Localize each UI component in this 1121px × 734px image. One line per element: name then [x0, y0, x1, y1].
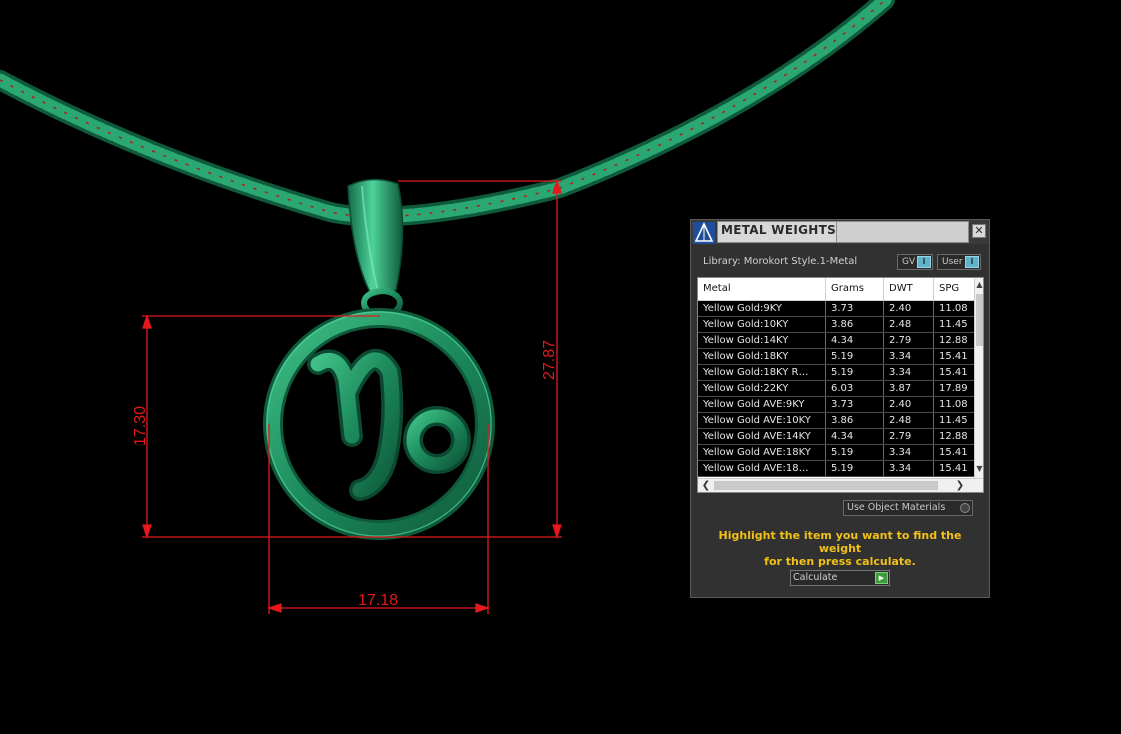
column-header-spg[interactable]: SPG	[934, 278, 974, 300]
metal-cell: Yellow Gold:22KY	[698, 381, 826, 396]
table-row[interactable]: Yellow Gold:22KY 6.03 3.87 17.89	[698, 381, 974, 397]
dimension-ring-width-label: 17.18	[358, 592, 398, 609]
grams-cell: 6.03	[826, 381, 884, 396]
grams-cell: 4.34	[826, 333, 884, 348]
chain	[0, 0, 895, 227]
vertical-scroll-thumb[interactable]	[976, 294, 983, 346]
table-header: Metal Grams DWT SPG	[698, 278, 974, 301]
user-toggle-label: User	[942, 257, 963, 267]
grams-cell: 3.86	[826, 317, 884, 332]
metal-cell: Yellow Gold AVE:18…	[698, 461, 826, 476]
grams-cell: 5.19	[826, 445, 884, 460]
scroll-down-icon[interactable]: ▼	[975, 464, 983, 474]
spg-cell: 15.41	[939, 463, 968, 474]
horizontal-scroll-thumb[interactable]	[714, 481, 938, 490]
metal-cell: Yellow Gold AVE:14KY	[698, 429, 826, 444]
scroll-up-icon[interactable]: ▲	[975, 280, 983, 290]
spg-cell: 15.41	[939, 367, 968, 378]
library-label: Library: Morokort Style.1-Metal	[703, 256, 858, 267]
spg-cell: 11.45	[939, 415, 968, 426]
grams-cell: 3.73	[826, 301, 884, 316]
dwt-cell: 3.34	[884, 461, 934, 476]
spg-cell: 12.88	[939, 431, 968, 442]
use-object-materials-label: Use Object Materials	[847, 502, 946, 513]
spg-cell: 15.41	[939, 447, 968, 458]
table-row[interactable]: Yellow Gold:14KY 4.34 2.79 12.88	[698, 333, 974, 349]
spg-cell: 17.89	[939, 383, 968, 394]
table-row[interactable]: Yellow Gold AVE:18… 5.19 3.34 15.41	[698, 461, 974, 477]
column-header-dwt[interactable]: DWT	[884, 278, 934, 300]
table-row[interactable]: Yellow Gold AVE:14KY 4.34 2.79 12.88	[698, 429, 974, 445]
metal-cell: Yellow Gold:14KY	[698, 333, 826, 348]
gv-toggle-knob: I	[917, 256, 931, 268]
calculate-button[interactable]: Calculate ▶	[790, 570, 890, 586]
instruction-line-2: for then press calculate.	[764, 555, 916, 568]
dwt-cell: 2.40	[884, 397, 934, 412]
table-row[interactable]: Yellow Gold AVE:18KY 5.19 3.34 15.41	[698, 445, 974, 461]
metal-cell: Yellow Gold AVE:10KY	[698, 413, 826, 428]
spg-cell: 11.08	[939, 399, 968, 410]
table-row[interactable]: Yellow Gold AVE:9KY 3.73 2.40 11.08	[698, 397, 974, 413]
pendant-bail	[347, 178, 404, 318]
gv-toggle-label: GV	[902, 257, 916, 267]
scroll-left-icon[interactable]: ❮	[700, 479, 712, 492]
metal-cell: Yellow Gold:10KY	[698, 317, 826, 332]
close-button[interactable]: ✕	[972, 224, 986, 238]
table-row[interactable]: Yellow Gold:10KY 3.86 2.48 11.45	[698, 317, 974, 333]
grams-cell: 5.19	[826, 349, 884, 364]
column-header-grams[interactable]: Grams	[826, 278, 884, 300]
column-header-metal[interactable]: Metal	[698, 278, 826, 300]
instruction-text: Highlight the item you want to find the …	[701, 529, 979, 568]
panel-title: METAL WEIGHTS	[721, 223, 837, 237]
metal-cell: Yellow Gold:9KY	[698, 301, 826, 316]
table-row[interactable]: Yellow Gold:18KY 5.19 3.34 15.41	[698, 349, 974, 365]
close-icon: ✕	[974, 224, 984, 237]
metal-table[interactable]: Metal Grams DWT SPG Yellow Gold:9KY 3.73 2…	[697, 277, 984, 493]
grams-cell: 3.73	[826, 397, 884, 412]
dwt-cell: 2.79	[884, 429, 934, 444]
instruction-line-1: Highlight the item you want to find the …	[718, 529, 962, 555]
table-row[interactable]: Yellow Gold:18KY R… 5.19 3.34 15.41	[698, 365, 974, 381]
panel-title-bar-fill	[837, 221, 969, 243]
dwt-cell: 2.48	[884, 317, 934, 332]
dwt-cell: 3.34	[884, 445, 934, 460]
panel-titlebar[interactable]: METAL WEIGHTS ✕	[691, 220, 989, 244]
dwt-cell: 3.34	[884, 365, 934, 380]
dwt-cell: 3.87	[884, 381, 934, 396]
horizontal-scrollbar[interactable]: ❮ ❯	[698, 478, 983, 492]
spg-cell: 15.41	[939, 351, 968, 362]
dwt-cell: 2.40	[884, 301, 934, 316]
user-toggle[interactable]: User I	[937, 254, 981, 270]
spg-cell: 12.88	[939, 335, 968, 346]
table-row[interactable]: Yellow Gold AVE:10KY 3.86 2.48 11.45	[698, 413, 974, 429]
calculate-label: Calculate	[793, 572, 838, 583]
dwt-cell: 2.79	[884, 333, 934, 348]
metal-cell: Yellow Gold AVE:18KY	[698, 445, 826, 460]
metal-weights-panel: METAL WEIGHTS ✕ Library: Morokort Style.…	[690, 219, 990, 598]
table-row[interactable]: Yellow Gold:9KY 3.73 2.40 11.08	[698, 301, 974, 317]
table-body: Yellow Gold:9KY 3.73 2.40 11.08 Yellow Gold:…	[698, 301, 974, 477]
dimension-ring-height-label: 17.30	[132, 406, 149, 446]
spg-cell: 11.45	[939, 319, 968, 330]
spg-cell: 11.08	[939, 303, 968, 314]
capricorn-symbol	[307, 349, 471, 501]
play-icon: ▶	[875, 572, 888, 584]
grams-cell: 3.86	[826, 413, 884, 428]
vertical-scrollbar[interactable]: ▲ ▼	[974, 278, 983, 478]
dwt-cell: 3.34	[884, 349, 934, 364]
gv-toggle[interactable]: GV I	[897, 254, 933, 270]
radio-icon	[960, 503, 970, 513]
scroll-right-icon[interactable]: ❯	[954, 479, 966, 492]
pyramid-logo-icon	[693, 222, 715, 244]
use-object-materials-toggle[interactable]: Use Object Materials	[843, 500, 973, 516]
user-toggle-knob: I	[965, 256, 979, 268]
metal-cell: Yellow Gold AVE:9KY	[698, 397, 826, 412]
dimension-height-label: 27.87	[541, 340, 558, 380]
metal-cell: Yellow Gold:18KY R…	[698, 365, 826, 380]
dwt-cell: 2.48	[884, 413, 934, 428]
grams-cell: 4.34	[826, 429, 884, 444]
grams-cell: 5.19	[826, 365, 884, 380]
metal-cell: Yellow Gold:18KY	[698, 349, 826, 364]
grams-cell: 5.19	[826, 461, 884, 476]
